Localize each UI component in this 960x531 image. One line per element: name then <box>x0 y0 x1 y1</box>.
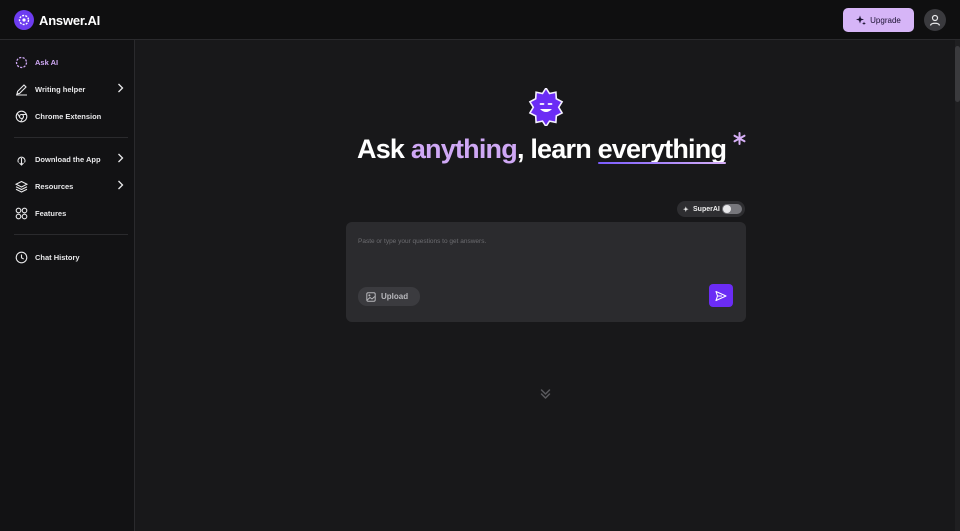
upgrade-label: Upgrade <box>870 15 901 25</box>
prompt-box[interactable]: Paste or type your questions to get answ… <box>346 222 746 322</box>
sidebar-item-features[interactable]: Features <box>14 205 128 221</box>
top-bar: Answer.AI Upgrade <box>0 0 960 40</box>
upload-label: Upload <box>381 292 409 301</box>
app-logo[interactable]: Answer.AI <box>14 10 100 30</box>
layers-icon <box>14 179 28 193</box>
send-icon <box>715 290 727 301</box>
sidebar-item-label: Features <box>35 208 67 218</box>
hero-headline: Ask anything, learn everything <box>357 134 727 165</box>
sidebar: Ask AI Writing helper Chrome Extension D… <box>0 40 135 531</box>
scrollbar-thumb[interactable] <box>955 46 960 102</box>
hero-part-everything: everything <box>597 134 727 165</box>
prompt-input[interactable]: Paste or type your questions to get answ… <box>358 238 486 245</box>
sidebar-item-download-app[interactable]: Download the App <box>14 151 128 167</box>
sidebar-item-label: Download the App <box>35 154 101 164</box>
grid-icon <box>14 206 28 220</box>
upload-button[interactable]: Upload <box>358 287 420 306</box>
hero-part-ask: Ask <box>357 134 405 164</box>
logo-icon <box>14 10 34 30</box>
superai-toggle[interactable]: SuperAI <box>677 201 745 217</box>
sidebar-item-ask-ai[interactable]: Ask AI <box>14 54 128 70</box>
chevron-right-icon <box>118 83 124 93</box>
sparkle-icon <box>856 15 867 25</box>
chrome-icon <box>14 109 28 123</box>
hero-part-anything: anything <box>410 134 518 164</box>
superai-switch[interactable] <box>722 204 742 214</box>
asterisk-sparkle-icon <box>733 132 746 145</box>
switch-knob <box>723 205 731 213</box>
mascot-icon <box>527 86 565 128</box>
sidebar-item-label: Chrome Extension <box>35 111 102 121</box>
hero-underline <box>597 162 727 164</box>
chevron-right-icon <box>118 153 124 163</box>
sidebar-item-writing-helper[interactable]: Writing helper <box>14 81 128 97</box>
send-button[interactable] <box>709 284 733 307</box>
upgrade-button[interactable]: Upgrade <box>843 8 914 32</box>
ask-ai-icon <box>14 55 28 69</box>
sidebar-divider <box>14 137 128 138</box>
hero-everything-text: everything <box>597 134 727 164</box>
sidebar-item-label: Resources <box>35 181 74 191</box>
sparkle-icon <box>683 205 689 212</box>
chevron-double-down-icon[interactable] <box>538 386 553 401</box>
user-icon <box>929 14 941 26</box>
pen-icon <box>14 82 28 96</box>
sidebar-item-chat-history[interactable]: Chat History <box>14 249 128 265</box>
sidebar-divider <box>14 234 128 235</box>
sidebar-item-label: Writing helper <box>35 84 86 94</box>
hero-part-learn: , learn <box>516 134 592 164</box>
sidebar-item-label: Ask AI <box>35 57 59 67</box>
download-icon <box>14 152 28 166</box>
sidebar-item-chrome-extension[interactable]: Chrome Extension <box>14 108 128 124</box>
image-icon <box>366 291 376 302</box>
superai-label: SuperAI <box>693 205 720 213</box>
sidebar-item-label: Chat History <box>35 252 80 262</box>
user-avatar[interactable] <box>924 9 946 31</box>
app-name: Answer.AI <box>39 12 101 28</box>
sidebar-item-resources[interactable]: Resources <box>14 178 128 194</box>
chevron-right-icon <box>118 180 124 190</box>
page-scrollbar[interactable] <box>955 40 960 531</box>
clock-icon <box>14 250 28 264</box>
